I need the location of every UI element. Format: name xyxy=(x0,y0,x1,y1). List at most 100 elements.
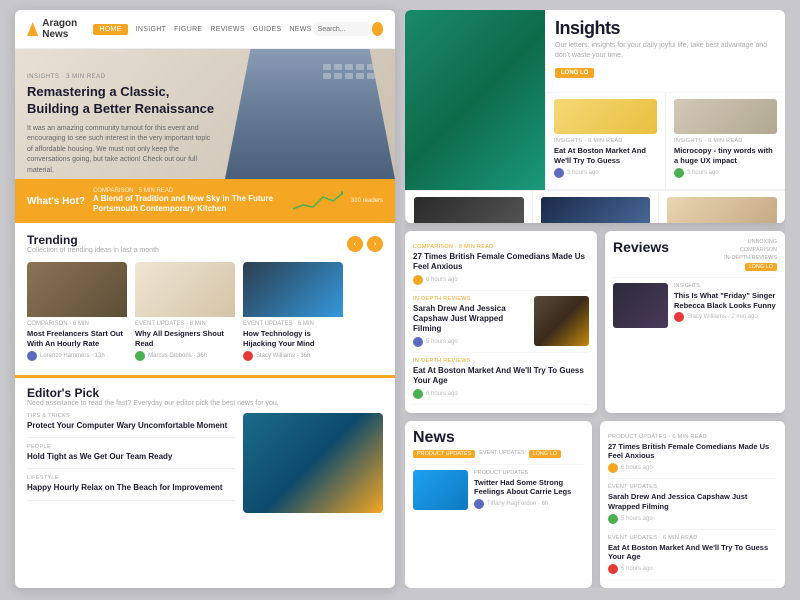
ns-title: Sarah Drew And Jessica Capshaw Just Wrap… xyxy=(608,492,777,512)
trending-card: EVENT UPDATES · 6 MIN How Technology is … xyxy=(243,262,343,365)
insights-featured xyxy=(405,10,545,190)
news-card-meta: Tiffany HagFordon · 6h xyxy=(474,499,584,509)
trending-prev-button[interactable]: ‹ xyxy=(347,236,363,252)
trending-header: Trending Collection of trending ideas in… xyxy=(27,233,383,254)
review-author: Stacy Williams · 2 min ago xyxy=(674,312,777,322)
news-card-content: PRODUCT UPDATES Twitter Had Some Strong … xyxy=(474,470,584,510)
insights-cta-button[interactable]: LONG LO xyxy=(555,68,594,78)
news-section: News PRODUCT UPDATES EVENT UPDATES LONG … xyxy=(405,421,592,589)
ep-article-title: Hold Tight as We Get Our Team Ready xyxy=(27,452,235,462)
hot-title: A Blend of Tradition and New Sky in The … xyxy=(93,194,285,215)
review-tag[interactable]: UNBOXING xyxy=(748,239,777,245)
editors-pick-header: Editor's Pick Need assistance to read th… xyxy=(27,386,383,407)
hero-tag: INSIGHTS · 3 MIN READ xyxy=(27,74,217,80)
nav-links: HOME INSIGHT FIGURE REVIEWS GUIDES NEWS xyxy=(93,24,311,35)
ns-tag: PRODUCT UPDATES · 6 MIN READ xyxy=(608,434,777,440)
middle-row: COMPARISON · 8 MIN READ 27 Times British… xyxy=(405,231,785,413)
comparison-section: COMPARISON · 8 MIN READ 27 Times British… xyxy=(405,231,597,413)
insight-card-meta: 3 hours ago xyxy=(554,168,657,178)
comp-article: IN-DEPTH REVIEWS Sarah Drew And Jessica … xyxy=(413,291,589,353)
news-side-section: PRODUCT UPDATES · 6 MIN READ 27 Times Br… xyxy=(600,421,785,589)
nav-reviews[interactable]: REVIEWS xyxy=(210,26,244,33)
review-card: INSIGHTS This Is What "Friday" Singer Re… xyxy=(613,277,777,333)
comp-meta: 5 hours ago xyxy=(413,337,528,347)
ep-tag: PEOPLE xyxy=(27,444,235,450)
ep-tag: LIFESTYLE xyxy=(27,475,235,481)
nav-guides[interactable]: GUIDES xyxy=(253,26,282,33)
insight-card-meta: 3 hours ago xyxy=(674,168,777,178)
ns-meta: 6 hours ago xyxy=(608,564,777,574)
hero-building xyxy=(225,49,395,179)
ns-article: EVENT UPDATES Sarah Drew And Jessica Cap… xyxy=(608,479,777,530)
editors-pick-section: Editor's Pick Need assistance to read th… xyxy=(15,375,395,521)
news-title: News xyxy=(413,429,584,447)
building-windows xyxy=(323,64,375,79)
nav-news[interactable]: NEWS xyxy=(289,26,311,33)
insights-section: Insights Our letters: insights for your … xyxy=(405,10,785,223)
nav-insight[interactable]: INSIGHT xyxy=(136,26,167,33)
whats-hot-section: What's Hot? COMPARISON · 5 MIN READ A Bl… xyxy=(15,179,395,223)
comp-title: 27 Times British Female Comedians Made U… xyxy=(413,252,589,273)
comp-article: IN-DEPTH REVIEWS Eat At Boston Market An… xyxy=(413,353,589,405)
insight-card-image xyxy=(541,197,651,223)
ns-title: Eat At Boston Market And We'll Try To Gu… xyxy=(608,543,777,563)
trending-cards: COMPARISON · 6 MIN Most Freelancers Star… xyxy=(27,262,383,365)
review-article-tag: INSIGHTS xyxy=(674,283,777,289)
reviews-section: Reviews UNBOXING COMPARISON IN-DEPTH REV… xyxy=(605,231,785,413)
insight-card-tag: INSIGHTS · 6 MIN READ xyxy=(554,138,657,144)
editors-pick-image xyxy=(243,413,383,513)
left-panel: Aragon News HOME INSIGHT FIGURE REVIEWS … xyxy=(15,10,395,588)
news-tag-event[interactable]: EVENT UPDATES xyxy=(479,450,524,458)
insight-card-image xyxy=(554,99,657,134)
insight-card-title: Eat At Boston Market And We'll Try To Gu… xyxy=(554,146,657,166)
hero-section: INSIGHTS · 3 MIN READ Remastering a Clas… xyxy=(15,49,395,179)
insight-card: INSIGHTS · 6 MIN READ Eat At Boston Mark… xyxy=(545,93,665,190)
news-tag-product[interactable]: PRODUCT UPDATES xyxy=(413,450,475,458)
nav-figure[interactable]: FIGURE xyxy=(174,26,202,33)
user-avatar[interactable] xyxy=(372,22,383,36)
insight-card-image xyxy=(674,99,777,134)
editors-pick-subtitle: Need assistance to read the fast? Everyd… xyxy=(27,400,383,407)
news-card-image xyxy=(413,470,468,510)
insight-card-tag: INSIGHTS · 6 MIN READ xyxy=(674,138,777,144)
trending-nav: ‹ › xyxy=(347,236,383,252)
news-card: PRODUCT UPDATES Twitter Had Some Strong … xyxy=(413,464,584,515)
nav-home[interactable]: HOME xyxy=(93,24,127,35)
ns-meta: 6 hours ago xyxy=(608,463,777,473)
hero-content: INSIGHTS · 3 MIN READ Remastering a Clas… xyxy=(27,74,217,179)
news-tag-active[interactable]: LONG LO xyxy=(529,450,561,458)
trending-card-image xyxy=(243,262,343,317)
trending-card-image xyxy=(135,262,235,317)
ns-title: 27 Times British Female Comedians Made U… xyxy=(608,442,777,462)
news-row: News PRODUCT UPDATES EVENT UPDATES LONG … xyxy=(405,421,785,589)
ep-article: PEOPLE Hold Tight as We Get Our Team Rea… xyxy=(27,444,235,469)
insight-card: EVENT UPDATES Pin Some Home Decor And We… xyxy=(532,191,659,223)
tc-title: How Technology is Hijacking Your Mind xyxy=(243,329,343,349)
tc-author: Lorenzo Hammers · 13h xyxy=(27,351,127,361)
comp-tag: COMPARISON · 8 MIN READ xyxy=(413,244,589,250)
comp-article: COMPARISON · 8 MIN READ 27 Times British… xyxy=(413,239,589,291)
tc-tag: EVENT UPDATES · 6 MIN xyxy=(243,321,343,327)
ep-tag: TIPS & TRICKS xyxy=(27,413,235,419)
ep-article: LIFESTYLE Happy Hourly Relax on The Beac… xyxy=(27,475,235,500)
review-tag-active[interactable]: LONG LO xyxy=(745,263,777,271)
news-card-title: Twitter Had Some Strong Feelings About C… xyxy=(474,478,584,498)
tc-author: Stacy Williams · 36h xyxy=(243,351,343,361)
site-logo: Aragon News xyxy=(27,18,93,40)
ns-article: EVENT UPDATES · 6 MIN READ Eat At Boston… xyxy=(608,530,777,581)
hot-chart xyxy=(293,187,343,215)
review-tag[interactable]: IN-DEPTH REVIEWS xyxy=(724,255,777,261)
insights-featured-img xyxy=(405,10,545,190)
trending-section: Trending Collection of trending ideas in… xyxy=(15,223,395,375)
insight-card-image xyxy=(667,197,777,223)
trending-next-button[interactable]: › xyxy=(367,236,383,252)
insight-card-image xyxy=(414,197,524,223)
insights-header: Insights Our letters: insights for your … xyxy=(545,10,785,93)
reviews-title: Reviews xyxy=(613,239,669,255)
tc-tag: COMPARISON · 6 MIN xyxy=(27,321,127,327)
search-input[interactable] xyxy=(312,22,372,36)
trending-card: COMPARISON · 6 MIN Most Freelancers Star… xyxy=(27,262,127,365)
hero-description: It was an amazing community turnout for … xyxy=(27,124,217,177)
review-tag[interactable]: COMPARISON xyxy=(740,247,777,253)
news-header: News PRODUCT UPDATES EVENT UPDATES LONG … xyxy=(413,429,584,458)
